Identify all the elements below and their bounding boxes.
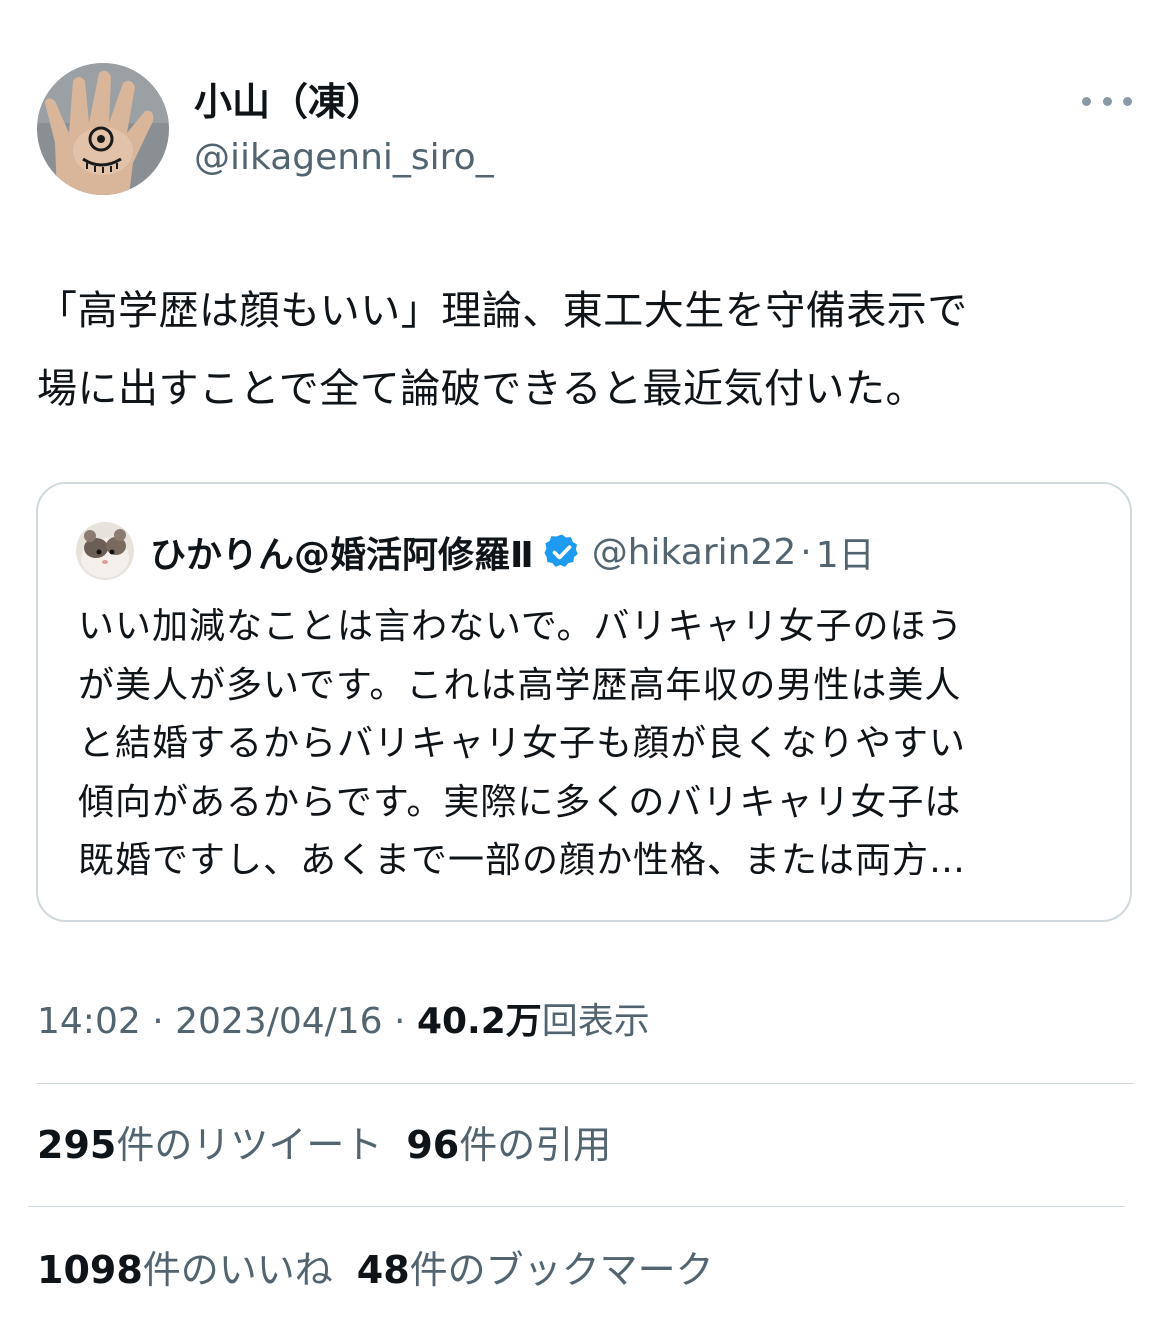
quoted-author-handle[interactable]: @hikarin22 <box>592 532 797 573</box>
author-name[interactable]: 小山（凍） <box>194 78 384 126</box>
quoted-text-line: 既婚ですし、あくまで一部の顔か性格、または両方… <box>78 840 967 881</box>
separator-dot: · <box>800 531 812 573</box>
tweet-date[interactable]: 2023/04/16 <box>175 1001 383 1042</box>
author-handle[interactable]: @iikagenni_siro_ <box>194 134 494 182</box>
views-label: 回表示 <box>541 1001 650 1042</box>
author-avatar[interactable] <box>37 63 169 195</box>
dot <box>1123 96 1132 106</box>
retweets-count: 295 <box>37 1123 117 1167</box>
hamster-avatar-icon <box>76 522 134 580</box>
divider <box>37 1083 1134 1084</box>
retweets-stat[interactable]: 295件のリツイート <box>37 1123 382 1167</box>
quoted-tweet-time[interactable]: 1日 <box>816 526 875 578</box>
likes-count: 1098 <box>37 1248 143 1292</box>
quotes-count: 96 <box>406 1123 460 1167</box>
stats-row-reposts: 295件のリツイート 96件の引用 <box>37 1121 635 1169</box>
verified-badge-icon <box>544 534 578 567</box>
tweet-time[interactable]: 14:02 <box>37 1001 141 1042</box>
bookmarks-count: 48 <box>356 1248 410 1292</box>
quoted-tweet-card[interactable]: ひかりん@婚活阿修羅Ⅱ @hikarin22 · 1日 いい加減なことは言わない… <box>36 482 1132 922</box>
tweet-text-line: 「高学歴は顔もいい」理論、東工大生を守備表示で <box>37 288 968 334</box>
quotes-stat[interactable]: 96件の引用 <box>406 1123 611 1167</box>
bookmarks-label: 件のブックマーク <box>409 1248 714 1292</box>
quoted-tweet-text: いい加減なことは言わないで。バリキャリ女子のほう が美人が多いです。これは高学歴… <box>78 598 1108 891</box>
divider <box>28 1206 1125 1207</box>
quoted-text-line: と結婚するからバリキャリ女子も顔が良くなりやすい <box>78 723 967 764</box>
quotes-label: 件の引用 <box>459 1123 612 1167</box>
hand-eye-avatar-icon <box>37 63 169 195</box>
tweet-text-line: 場に出すことで全て論破できると最近気付いた。 <box>37 366 926 412</box>
more-options-icon[interactable] <box>1082 86 1132 116</box>
likes-stat[interactable]: 1098件のいいね <box>37 1248 333 1292</box>
bookmarks-stat[interactable]: 48件のブックマーク <box>357 1248 714 1292</box>
likes-label: 件のいいね <box>142 1248 333 1292</box>
dot <box>1102 96 1112 106</box>
stats-row-likes: 1098件のいいね 48件のブックマーク <box>37 1246 738 1294</box>
quoted-text-line: が美人が多いです。これは高学歴高年収の男性は美人 <box>78 664 962 706</box>
tweet-text: 「高学歴は顔もいい」理論、東工大生を守備表示で 場に出すことで全て論破できると最… <box>37 272 1147 428</box>
tweet-meta: 14:02 · 2023/04/16 · 40.2万回表示 <box>37 998 650 1046</box>
quoted-author-avatar[interactable] <box>76 522 134 580</box>
meta-separator: · <box>382 1001 417 1042</box>
quoted-author-name[interactable]: ひかりん@婚活阿修羅Ⅱ <box>150 526 534 578</box>
meta-separator: · <box>140 1001 176 1042</box>
views-count: 40.2万 <box>416 1001 542 1042</box>
retweets-label: 件のリツイート <box>116 1123 383 1167</box>
quoted-tweet-header: ひかりん@婚活阿修羅Ⅱ @hikarin22 · 1日 <box>150 524 875 580</box>
quoted-text-line: 傾向があるからです。実際に多くのバリキャリ女子は <box>78 781 962 823</box>
dot <box>1082 96 1091 106</box>
quoted-text-line: いい加減なことは言わないで。バリキャリ女子のほう <box>78 606 964 647</box>
